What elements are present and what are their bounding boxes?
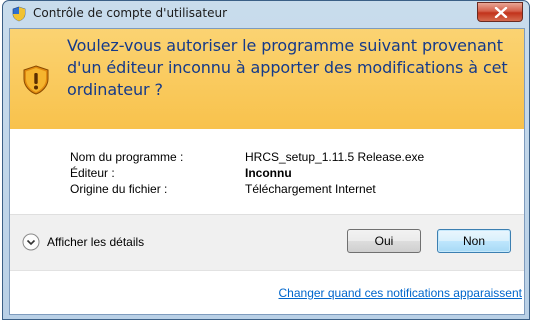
detail-label: Nom du programme : bbox=[70, 150, 184, 164]
detail-label: Éditeur : bbox=[70, 166, 115, 180]
detail-row-program-name: Nom du programme : HRCS_setup_1.11.5 Rel… bbox=[70, 149, 510, 165]
detail-value: HRCS_setup_1.11.5 Release.exe bbox=[245, 150, 425, 164]
detail-row-publisher: Éditeur : Inconnu bbox=[70, 165, 510, 181]
dialog-window: Contrôle de compte d'utilisateur Voulez-… bbox=[2, 0, 530, 320]
yes-button[interactable]: Oui bbox=[347, 229, 421, 253]
action-bar: Afficher les détails Oui Non bbox=[10, 215, 524, 270]
warning-banner: Voulez-vous autoriser le programme suiva… bbox=[10, 29, 524, 129]
footer: Changer quand ces notifications apparais… bbox=[10, 271, 524, 314]
uac-dialog-screen: Contrôle de compte d'utilisateur Voulez-… bbox=[0, 0, 534, 322]
window-title: Contrôle de compte d'utilisateur bbox=[33, 6, 227, 20]
no-button[interactable]: Non bbox=[437, 229, 511, 253]
uac-shield-icon bbox=[11, 6, 27, 22]
expand-details-icon[interactable] bbox=[22, 233, 40, 251]
warning-message: Voulez-vous autoriser le programme suiva… bbox=[67, 36, 508, 99]
close-icon bbox=[494, 7, 508, 18]
detail-row-file-origin: Origine du fichier : Téléchargement Inte… bbox=[70, 181, 510, 197]
warning-shield-icon bbox=[20, 64, 52, 96]
program-details: Nom du programme : HRCS_setup_1.11.5 Rel… bbox=[10, 129, 524, 217]
notification-settings-link[interactable]: Changer quand ces notifications apparais… bbox=[279, 286, 523, 300]
title-bar[interactable]: Contrôle de compte d'utilisateur bbox=[3, 1, 529, 28]
detail-value: Téléchargement Internet bbox=[245, 182, 376, 196]
dialog-content: Voulez-vous autoriser le programme suiva… bbox=[9, 28, 525, 315]
show-details-link[interactable]: Afficher les détails bbox=[47, 235, 144, 249]
close-button[interactable] bbox=[477, 2, 523, 22]
detail-label: Origine du fichier : bbox=[70, 182, 168, 196]
detail-value: Inconnu bbox=[245, 166, 292, 180]
